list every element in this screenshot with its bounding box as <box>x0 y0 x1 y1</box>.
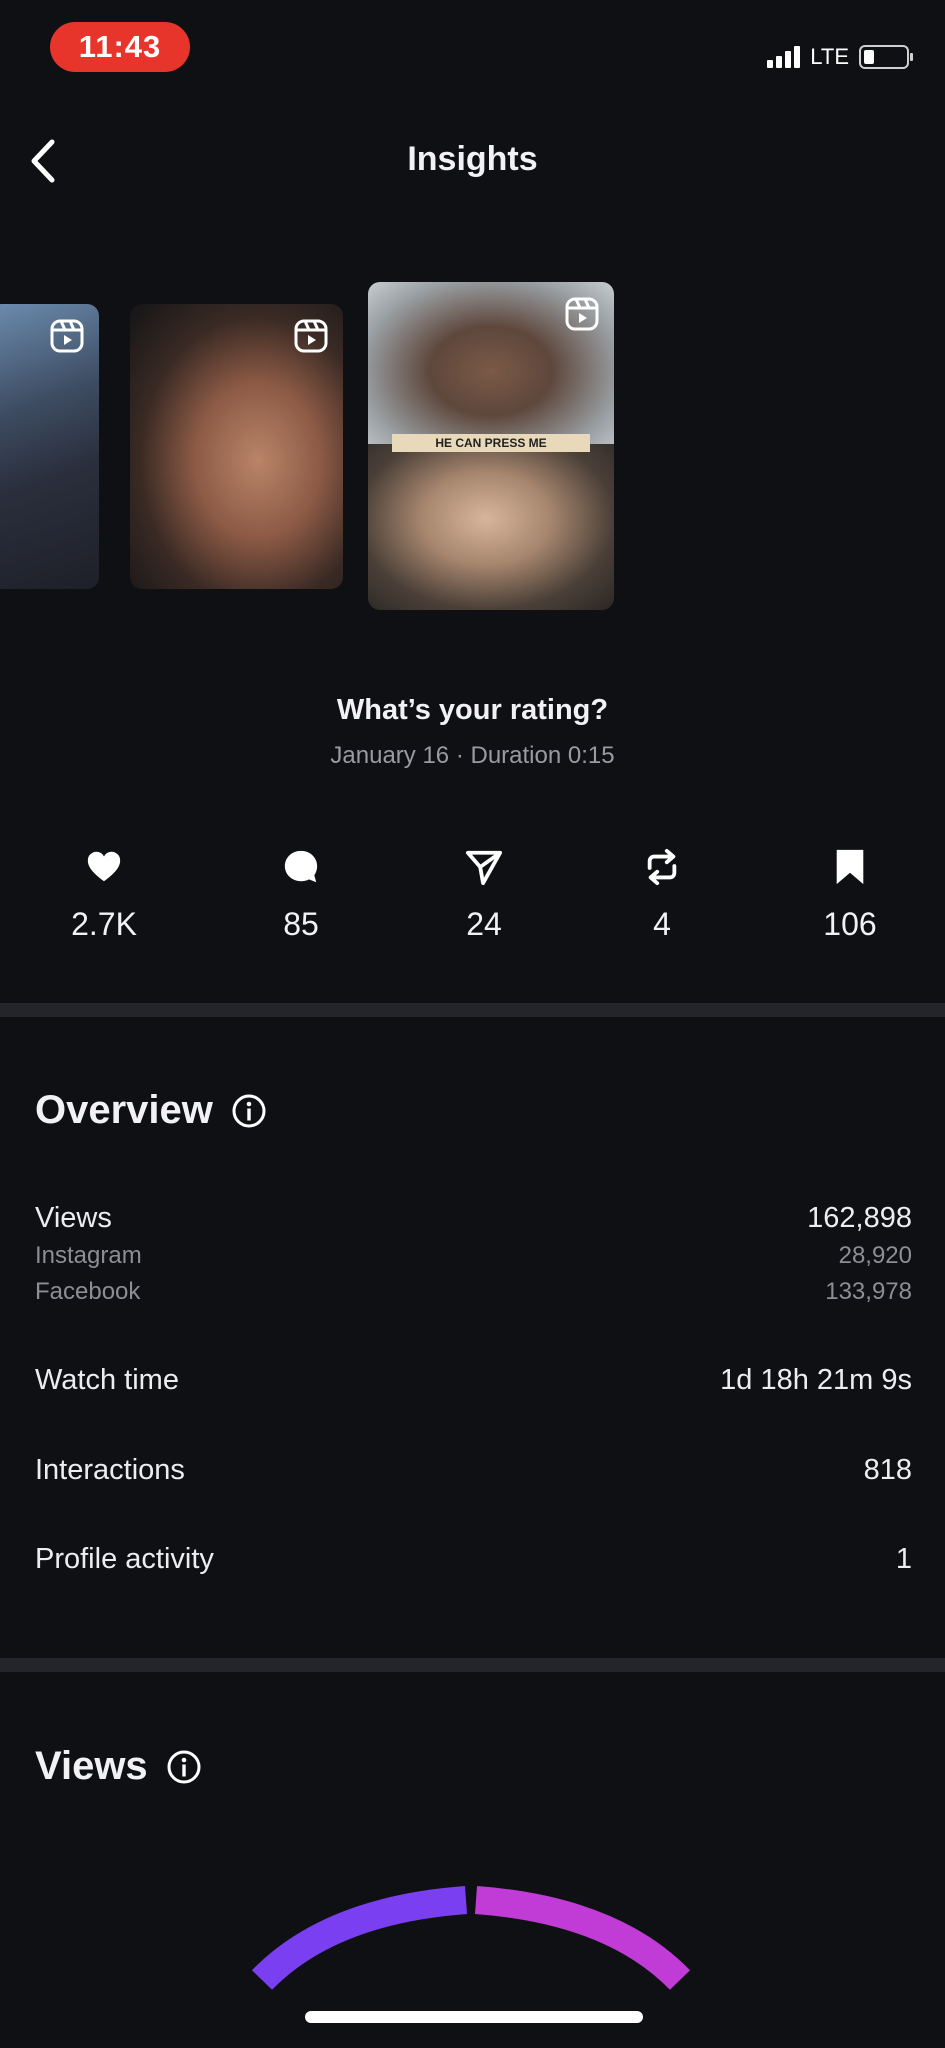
stat-reposts-value: 4 <box>653 906 671 942</box>
status-time: 11:43 <box>50 22 190 72</box>
views-donut-chart <box>251 1886 691 1990</box>
stat-shares-value: 24 <box>466 906 502 942</box>
bookmark-icon <box>836 849 864 885</box>
instagram-label: Instagram <box>35 1242 142 1269</box>
home-indicator[interactable] <box>305 2011 643 2023</box>
section-divider <box>0 1658 945 1672</box>
network-label: LTE <box>810 44 849 69</box>
info-icon[interactable] <box>166 1749 202 1785</box>
watch-time-label: Watch time <box>35 1364 179 1396</box>
status-indicators: LTE <box>767 40 913 74</box>
stat-saves: 106 <box>780 848 920 943</box>
repost-icon <box>647 848 677 886</box>
reel-thumbnail[interactable] <box>130 304 343 589</box>
stat-comments-value: 85 <box>283 906 319 942</box>
facebook-value: 133,978 <box>825 1278 912 1305</box>
views-section-title: Views <box>35 1744 148 1788</box>
gauge-segment-instagram <box>251 1886 468 1990</box>
reels-icon <box>565 297 599 331</box>
watch-time-value: 1d 18h 21m 9s <box>720 1364 912 1396</box>
views-value: 162,898 <box>807 1202 912 1234</box>
video-overlay-caption: HE CAN PRESS ME <box>392 434 590 452</box>
stat-shares: 24 <box>414 848 554 943</box>
overview-title: Overview <box>35 1088 213 1132</box>
video-frame-bottom <box>368 444 614 610</box>
reel-meta: January 16 · Duration 0:15 <box>330 742 615 769</box>
comment-icon <box>284 850 318 883</box>
battery-icon <box>859 45 913 69</box>
profile-activity-label: Profile activity <box>35 1543 214 1575</box>
reels-icon <box>50 319 84 353</box>
heart-icon <box>87 851 121 882</box>
gauge-segment-facebook <box>474 1886 691 1990</box>
signal-icon <box>767 46 801 68</box>
stat-likes: 2.7K <box>34 848 174 943</box>
section-divider <box>0 1003 945 1017</box>
instagram-value: 28,920 <box>838 1242 912 1269</box>
overview-heading: Overview <box>35 1088 267 1133</box>
reel-title: What’s your rating? <box>336 694 609 726</box>
share-icon <box>465 850 503 886</box>
stat-comments: 85 <box>231 848 371 943</box>
facebook-label: Facebook <box>35 1278 141 1305</box>
reels-icon <box>294 319 328 353</box>
reel-thumbnail-selected[interactable]: HE CAN PRESS ME <box>368 282 614 610</box>
views-label: Views <box>35 1202 112 1234</box>
profile-activity-value: 1 <box>895 1543 912 1575</box>
page-title: Insights <box>407 140 538 178</box>
reel-thumbnail-previous[interactable] <box>0 304 99 589</box>
views-heading: Views <box>35 1744 202 1789</box>
interactions-label: Interactions <box>35 1454 185 1486</box>
info-icon[interactable] <box>231 1093 267 1129</box>
stat-likes-value: 2.7K <box>71 906 137 942</box>
stat-reposts: 4 <box>592 848 732 943</box>
stat-saves-value: 106 <box>823 906 877 942</box>
interactions-value: 818 <box>863 1454 912 1486</box>
